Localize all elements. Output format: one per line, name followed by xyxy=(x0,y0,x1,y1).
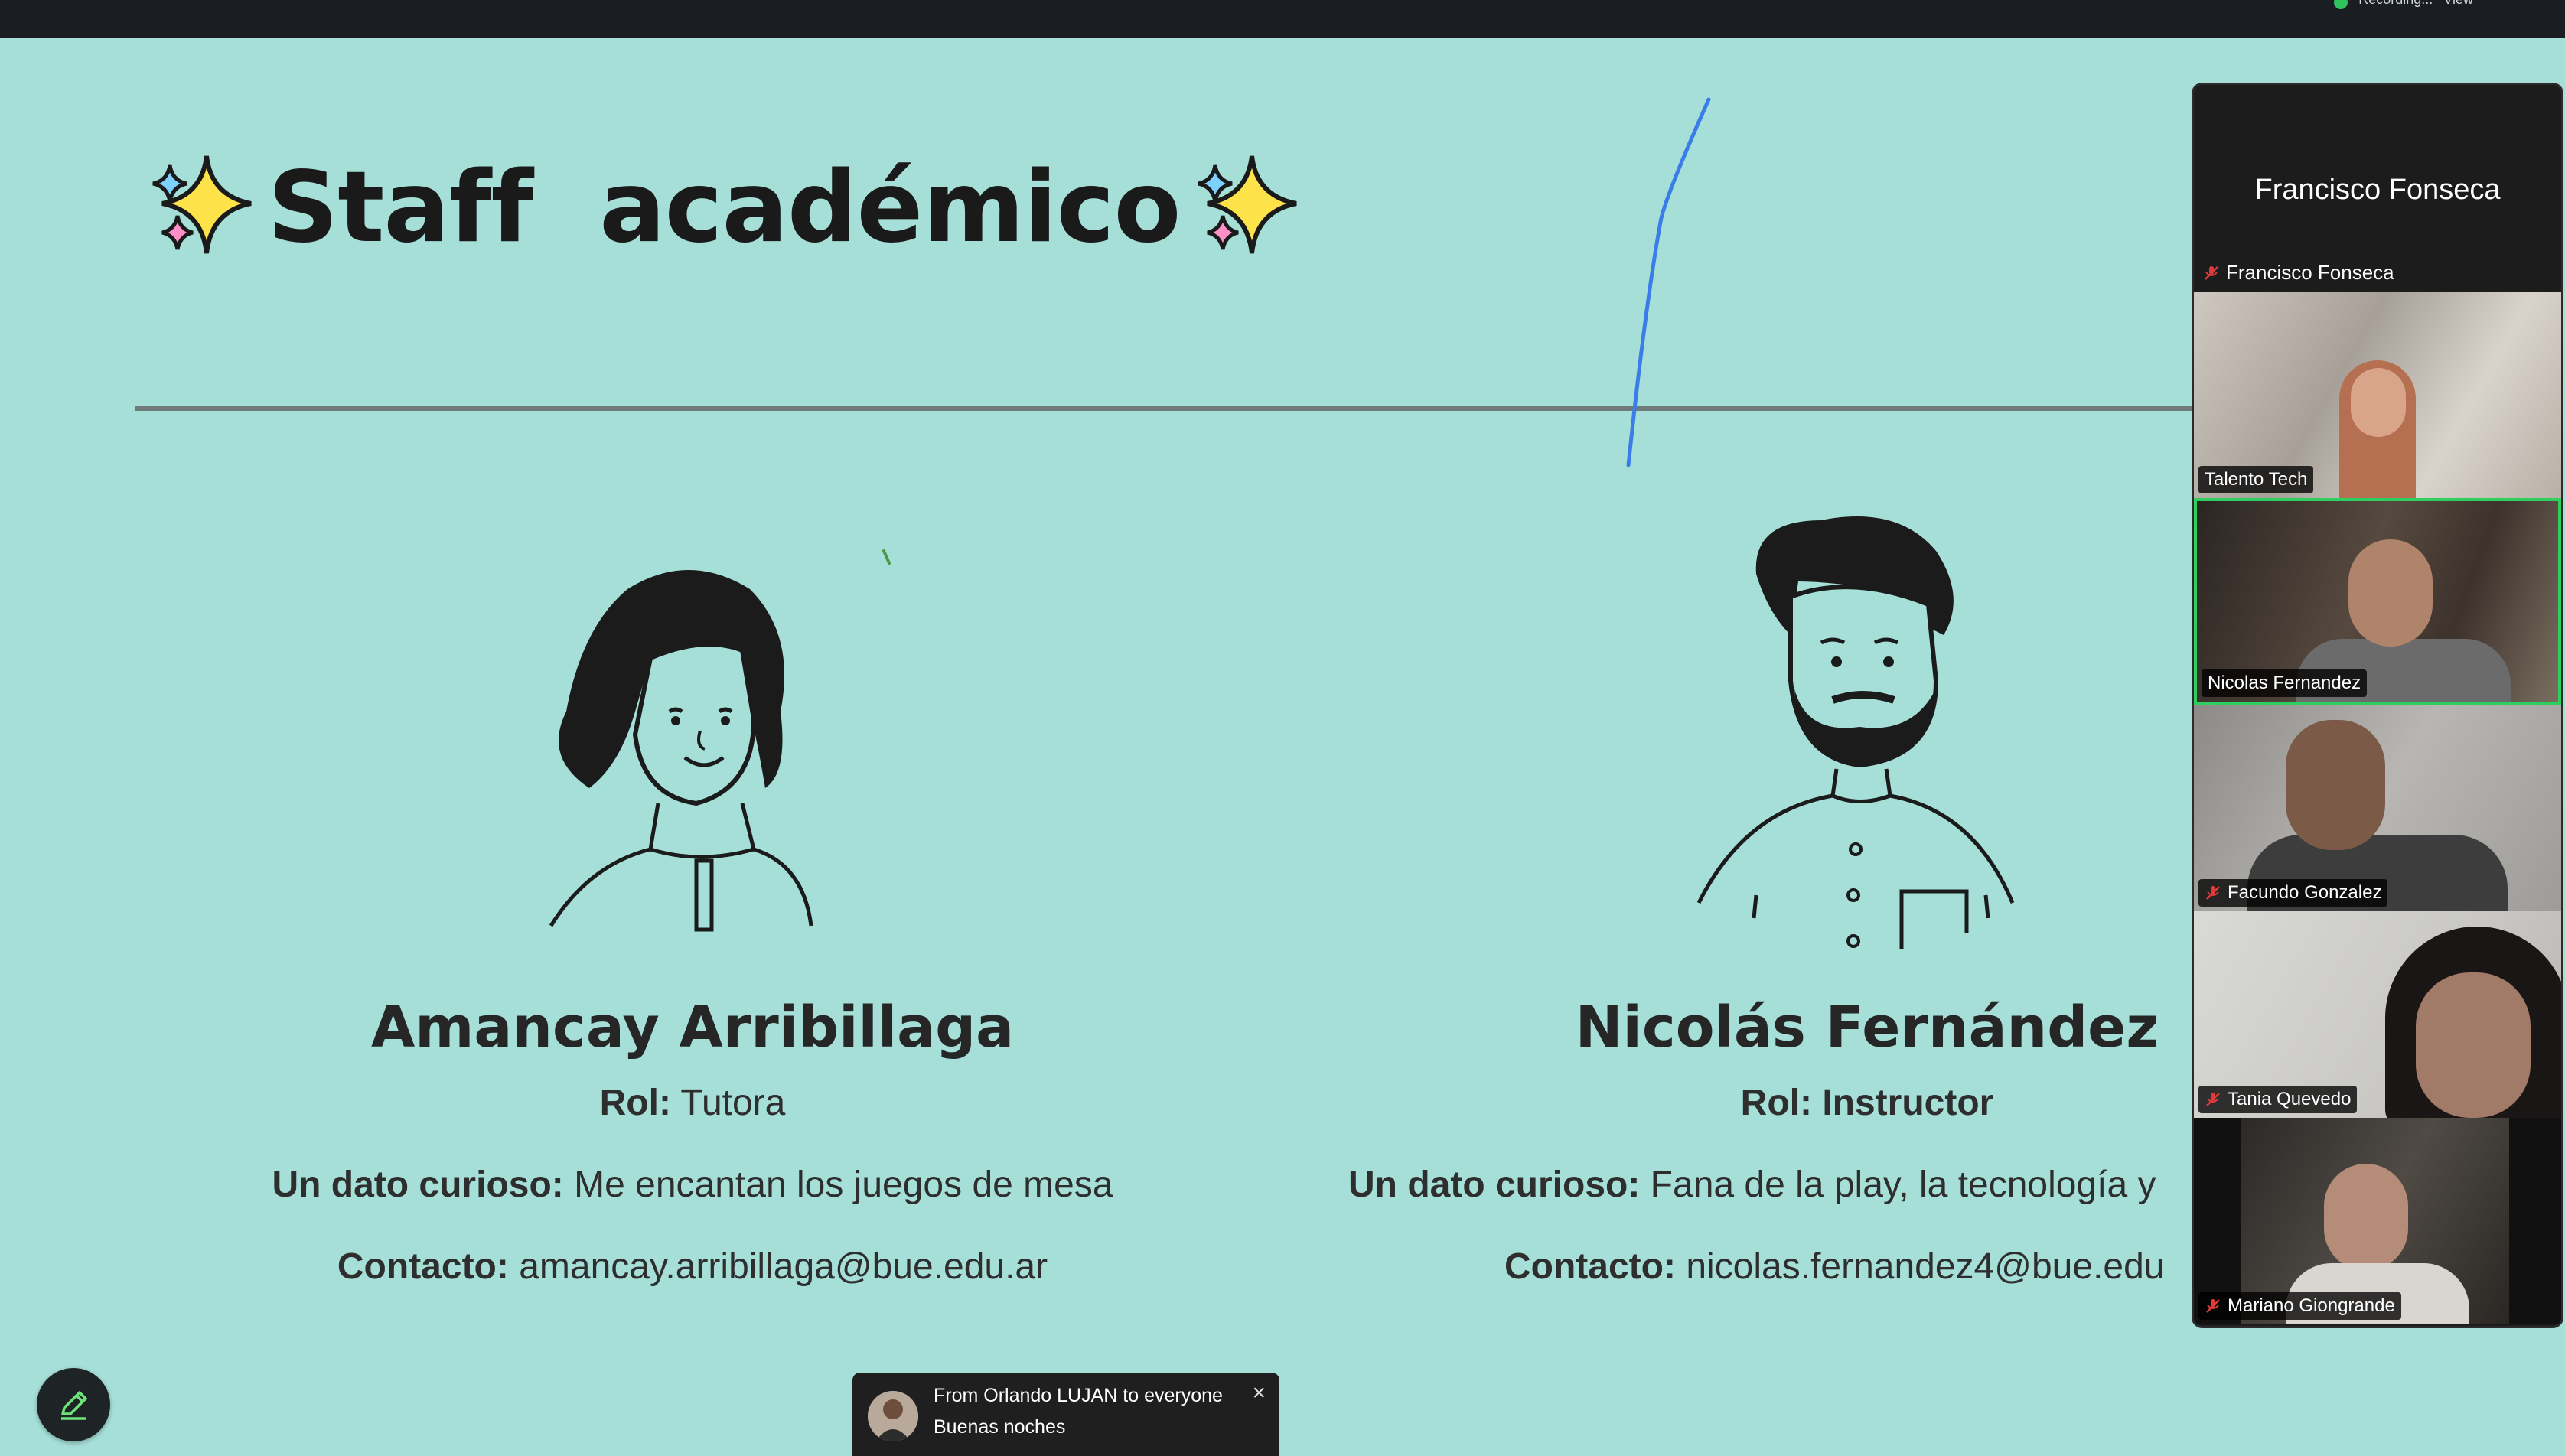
chat-notification-header: From Orlando LUJAN to everyone xyxy=(934,1385,1223,1406)
rol-value: Instructor xyxy=(1822,1083,1994,1123)
view-button[interactable]: View xyxy=(2443,0,2473,8)
contacto-value: nicolas.fernandez4@bue.edu xyxy=(1686,1246,2165,1287)
dato-value: Me encantan los juegos de mesa xyxy=(574,1164,1113,1205)
sender-avatar xyxy=(868,1391,918,1441)
mic-muted-icon xyxy=(2206,1093,2220,1106)
annotate-button[interactable] xyxy=(37,1368,110,1441)
participant-video-head xyxy=(2351,368,2406,437)
avatar-illustration-amancay xyxy=(536,559,842,941)
participant-name: Facundo Gonzalez xyxy=(2228,882,2382,903)
recording-indicator[interactable]: Recording... View xyxy=(2334,0,2473,9)
slide-divider xyxy=(135,406,2193,411)
participant-video-head xyxy=(2286,720,2385,850)
dato-label: Un dato curioso: xyxy=(272,1164,564,1205)
slide-title-row: Staff académico xyxy=(144,150,1304,265)
staff-rol: Rol: Tutora xyxy=(230,1082,1155,1124)
meeting-top-bar: Recording... View xyxy=(0,0,2565,38)
pencil-icon xyxy=(61,1391,87,1420)
participant-tile[interactable]: Nicolas Fernandez xyxy=(2194,498,2561,705)
chat-notification-message: Buenas noches xyxy=(934,1416,1066,1438)
mic-muted-icon xyxy=(2206,1299,2220,1313)
recording-text: Recording... xyxy=(2358,0,2433,8)
contacto-value: amancay.arribillaga@bue.edu.ar xyxy=(519,1246,1048,1287)
participant-name: Mariano Giongrande xyxy=(2228,1295,2395,1316)
slide-title: Staff académico xyxy=(268,150,1181,265)
close-icon[interactable]: × xyxy=(1252,1380,1266,1406)
active-speaker-tile[interactable]: Francisco Fonseca Francisco Fonseca xyxy=(2194,85,2561,292)
recording-dot-icon xyxy=(2334,0,2348,9)
participant-name-tag: Talento Tech xyxy=(2198,466,2314,493)
contacto-label: Contacto: xyxy=(1504,1246,1676,1287)
participant-name: Talento Tech xyxy=(2205,469,2308,490)
participant-video-head xyxy=(2416,972,2531,1118)
mic-muted-icon xyxy=(2205,265,2218,280)
mic-muted-icon xyxy=(2206,886,2220,900)
staff-card-amancay: Amancay Arribillaga Rol: Tutora Un dato … xyxy=(230,995,1155,1288)
participant-tile[interactable]: Facundo Gonzalez xyxy=(2194,705,2561,911)
avatar-illustration-nicolas xyxy=(1683,505,2051,964)
contacto-label: Contacto: xyxy=(337,1246,509,1287)
rol-value: Tutora xyxy=(680,1083,786,1123)
participants-panel[interactable]: Francisco Fonseca Francisco Fonseca Tale… xyxy=(2192,83,2563,1328)
chat-notification[interactable]: From Orlando LUJAN to everyone Buenas no… xyxy=(852,1373,1279,1456)
sparkles-icon xyxy=(1198,155,1297,254)
participant-name: Tania Quevedo xyxy=(2228,1089,2352,1109)
participant-name-tag: Mariano Giongrande xyxy=(2198,1292,2401,1320)
sparkles-icon xyxy=(152,155,252,254)
participant-tile[interactable]: Talento Tech xyxy=(2194,292,2561,498)
active-speaker-label: Francisco Fonseca xyxy=(2203,261,2394,285)
dato-label: Un dato curioso: xyxy=(1348,1164,1641,1205)
participant-video-head xyxy=(2348,539,2433,647)
dato-value: Fana de la play, la tecnología y xyxy=(1650,1164,2156,1205)
participant-name: Nicolas Fernandez xyxy=(2208,673,2361,693)
participant-video-head xyxy=(2324,1164,2408,1271)
participant-name-tag: Nicolas Fernandez xyxy=(2202,669,2368,697)
rol-label: Rol: xyxy=(599,1083,671,1123)
active-speaker-name: Francisco Fonseca xyxy=(2254,174,2501,206)
participant-tile[interactable]: Tania Quevedo xyxy=(2194,911,2561,1118)
speaker-label-text: Francisco Fonseca xyxy=(2226,261,2394,284)
participant-name-tag: Facundo Gonzalez xyxy=(2198,879,2388,907)
participant-name-tag: Tania Quevedo xyxy=(2198,1086,2358,1113)
staff-dato: Un dato curioso: Me encantan los juegos … xyxy=(230,1164,1155,1206)
staff-contacto: Contacto: amancay.arribillaga@bue.edu.ar xyxy=(230,1246,1155,1288)
rol-label: Rol: xyxy=(1740,1083,1812,1123)
staff-name: Amancay Arribillaga xyxy=(370,995,1015,1060)
participant-tile[interactable]: Mariano Giongrande xyxy=(2194,1118,2561,1324)
